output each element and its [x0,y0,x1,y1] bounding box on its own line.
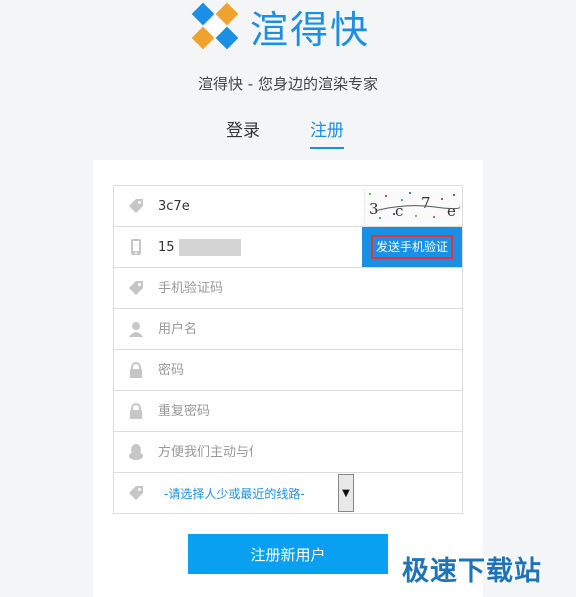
logo-mark-icon [190,1,240,51]
lock-icon [114,362,158,378]
password-row [114,350,462,391]
tab-login[interactable]: 登录 [226,116,260,149]
chevron-down-icon[interactable]: ▼ [338,474,354,512]
register-submit-button[interactable]: 注册新用户 [188,534,388,574]
tag-icon [114,198,158,214]
username-input[interactable] [158,321,348,337]
username-row [114,309,462,350]
qq-penguin-icon [114,443,158,461]
phone-redaction [179,239,241,256]
qq-input[interactable] [158,444,253,460]
confirm-password-input[interactable] [158,403,348,419]
confirm-password-row [114,391,462,432]
phone-icon [114,238,158,256]
phone-row: 发送手机验证 [114,227,462,268]
password-input[interactable] [158,362,348,378]
route-select-value: -请选择人少或最近的线路- [164,486,305,501]
sms-code-row [114,268,462,309]
send-code-label: 发送手机验证 [370,235,453,259]
route-select[interactable]: -请选择人少或最近的线路- ▼ [158,474,354,512]
user-icon [114,321,158,337]
captcha-input[interactable] [158,198,348,214]
register-form: 3 c 7 e 发送手机验证 [113,185,463,514]
qq-row [114,432,462,473]
send-code-button[interactable]: 发送手机验证 [362,227,462,267]
tag-icon [114,485,158,501]
sms-code-input[interactable] [158,280,348,296]
route-row: -请选择人少或最近的线路- ▼ [114,473,462,513]
captcha-image[interactable]: 3 c 7 e [364,189,460,223]
tab-register[interactable]: 注册 [310,116,344,149]
tag-icon [114,280,158,296]
captcha-row: 3 c 7 e [114,186,462,227]
watermark-logo: 极速下载站 [402,556,542,587]
auth-tabs: 登录 注册 [226,116,344,149]
lock-icon [114,403,158,419]
register-panel: 3 c 7 e 发送手机验证 [93,160,483,597]
slogan: 渲得快 - 您身边的渲染专家 [198,75,378,93]
brand-name: 渲得快 [250,7,371,52]
brand-logo: 渲得快 [190,0,370,52]
